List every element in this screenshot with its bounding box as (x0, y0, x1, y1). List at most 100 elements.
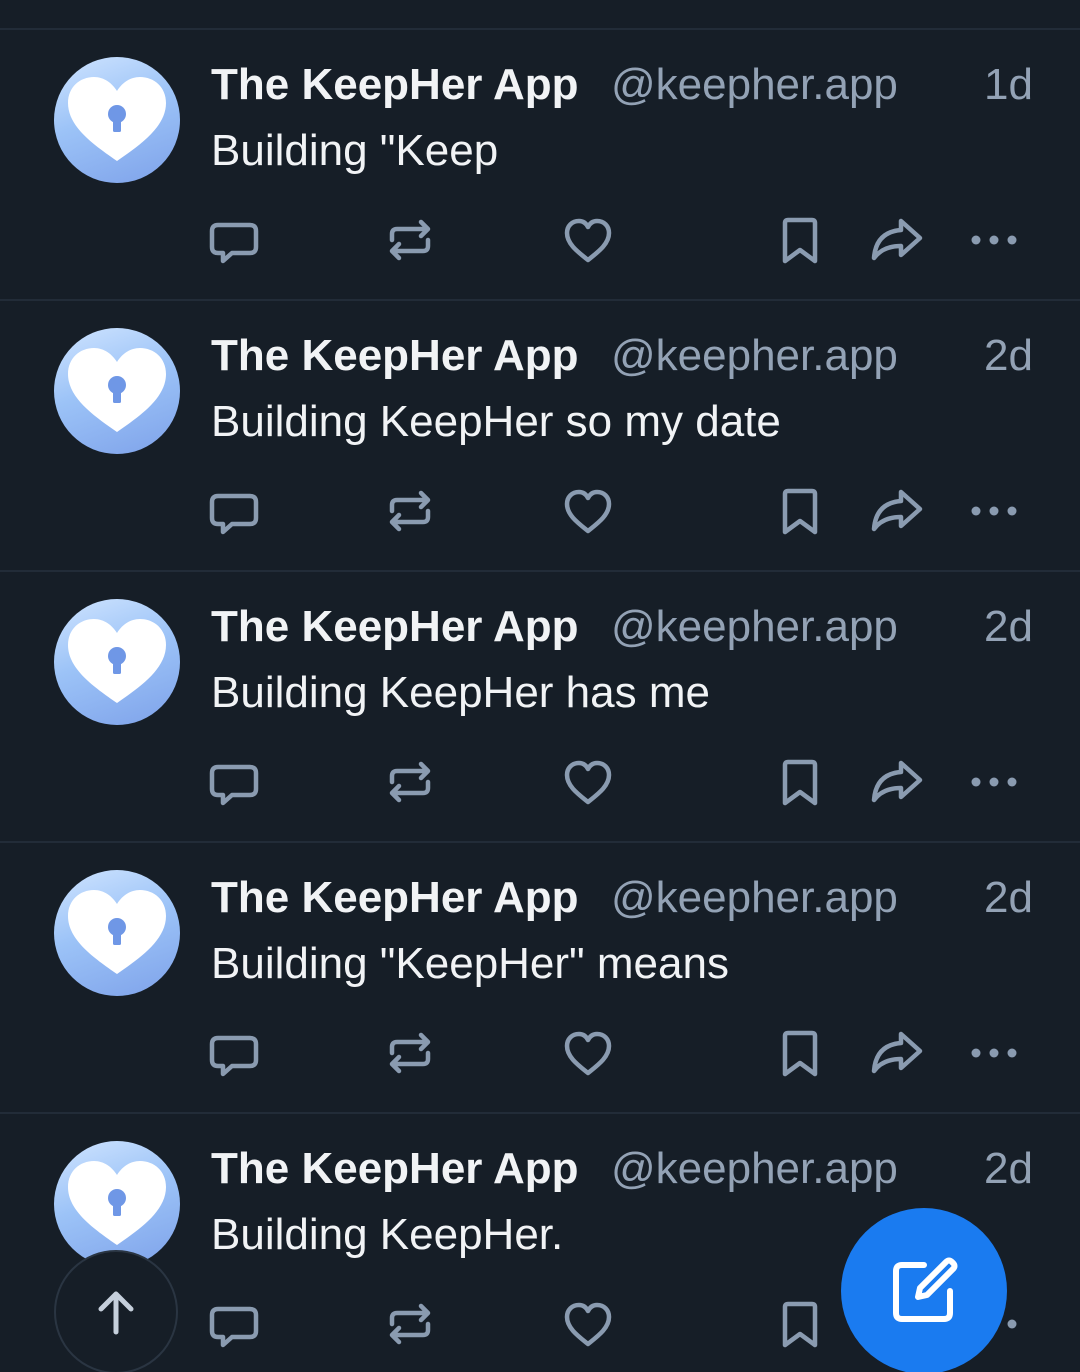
compose-button[interactable] (841, 1208, 1007, 1372)
bookmark-icon (782, 217, 818, 264)
bookmark-button[interactable] (770, 481, 830, 541)
more-button[interactable] (964, 481, 1024, 541)
compose-icon (893, 1257, 958, 1322)
repost-button[interactable] (380, 752, 440, 812)
timestamp: 2d (984, 331, 1033, 380)
post[interactable]: The KeepHer App @keepher.app 2d Building… (0, 570, 1080, 841)
heart-lock-icon (68, 77, 166, 161)
avatar[interactable] (54, 328, 180, 454)
bookmark-icon (782, 1301, 818, 1348)
more-icon (971, 1048, 1017, 1058)
like-icon (564, 489, 612, 534)
bookmark-icon (782, 759, 818, 806)
post-header: The KeepHer App @keepher.app 2d (211, 599, 1033, 655)
share-button[interactable] (866, 1023, 926, 1083)
display-name[interactable]: The KeepHer App (211, 330, 579, 382)
share-icon (871, 489, 923, 532)
scroll-to-top-button[interactable] (54, 1250, 178, 1372)
reply-button[interactable] (204, 210, 264, 270)
bookmark-button[interactable] (770, 1294, 830, 1354)
post[interactable]: The KeepHer App @keepher.app 2d Building… (0, 841, 1080, 1112)
avatar[interactable] (54, 57, 180, 183)
post-header: The KeepHer App @keepher.app 2d (211, 870, 1033, 926)
bookmark-button[interactable] (770, 1023, 830, 1083)
avatar[interactable] (54, 599, 180, 725)
post-text: Building KeepHer has me (211, 668, 710, 717)
repost-icon (389, 1032, 431, 1074)
post[interactable]: The KeepHer App @keepher.app 1d Building… (0, 28, 1080, 299)
post-header: The KeepHer App @keepher.app 2d (211, 1141, 1033, 1197)
handle[interactable]: @keepher.app (611, 330, 898, 382)
display-name[interactable]: The KeepHer App (211, 872, 579, 924)
display-name[interactable]: The KeepHer App (211, 601, 579, 653)
more-button[interactable] (964, 752, 1024, 812)
repost-icon (389, 1303, 431, 1345)
repost-button[interactable] (380, 1294, 440, 1354)
like-button[interactable] (558, 481, 618, 541)
heart-lock-icon (68, 890, 166, 974)
more-icon (971, 777, 1017, 787)
reply-icon (209, 1306, 259, 1348)
repost-icon (389, 490, 431, 532)
like-icon (564, 760, 612, 805)
post-text: Building "KeepHer" means (211, 939, 729, 988)
heart-lock-icon (68, 1161, 166, 1245)
share-icon (871, 1031, 923, 1074)
handle[interactable]: @keepher.app (611, 601, 898, 653)
timestamp: 1d (984, 60, 1033, 109)
more-button[interactable] (964, 210, 1024, 270)
handle[interactable]: @keepher.app (611, 1143, 898, 1195)
share-button[interactable] (866, 210, 926, 270)
repost-button[interactable] (380, 210, 440, 270)
post-header: The KeepHer App @keepher.app 1d (211, 57, 1033, 113)
reply-icon (209, 493, 259, 535)
reply-button[interactable] (204, 1294, 264, 1354)
post[interactable]: The KeepHer App @keepher.app 2d Building… (0, 299, 1080, 570)
timestamp: 2d (984, 1144, 1033, 1193)
heart-lock-icon (68, 619, 166, 703)
reply-icon (209, 1035, 259, 1077)
like-button[interactable] (558, 1294, 618, 1354)
avatar[interactable] (54, 1141, 180, 1267)
post-text: Building "Keep (211, 126, 499, 175)
feed: The KeepHer App @keepher.app 1d Building… (0, 0, 1080, 1372)
like-icon (564, 218, 612, 263)
bookmark-button[interactable] (770, 210, 830, 270)
reply-icon (209, 222, 259, 264)
share-button[interactable] (866, 481, 926, 541)
repost-button[interactable] (380, 481, 440, 541)
repost-icon (389, 219, 431, 261)
more-button[interactable] (964, 1023, 1024, 1083)
repost-icon (389, 761, 431, 803)
timestamp: 2d (984, 873, 1033, 922)
like-icon (564, 1302, 612, 1347)
more-icon (971, 506, 1017, 516)
like-button[interactable] (558, 1023, 618, 1083)
display-name[interactable]: The KeepHer App (211, 1143, 579, 1195)
avatar[interactable] (54, 870, 180, 996)
heart-lock-icon (68, 348, 166, 432)
timestamp: 2d (984, 602, 1033, 651)
reply-button[interactable] (204, 752, 264, 812)
arrow-up-icon (98, 1291, 134, 1335)
handle[interactable]: @keepher.app (611, 872, 898, 924)
display-name[interactable]: The KeepHer App (211, 59, 579, 111)
post-text: Building KeepHer so my date (211, 397, 781, 446)
post-text: Building KeepHer. (211, 1210, 564, 1259)
bookmark-icon (782, 488, 818, 535)
post-header: The KeepHer App @keepher.app 2d (211, 328, 1033, 384)
bookmark-button[interactable] (770, 752, 830, 812)
like-button[interactable] (558, 210, 618, 270)
like-button[interactable] (558, 752, 618, 812)
handle[interactable]: @keepher.app (611, 59, 898, 111)
like-icon (564, 1031, 612, 1076)
share-icon (871, 760, 923, 803)
reply-button[interactable] (204, 1023, 264, 1083)
share-icon (871, 218, 923, 261)
bookmark-icon (782, 1030, 818, 1077)
share-button[interactable] (866, 752, 926, 812)
reply-button[interactable] (204, 481, 264, 541)
repost-button[interactable] (380, 1023, 440, 1083)
more-icon (971, 235, 1017, 245)
reply-icon (209, 764, 259, 806)
